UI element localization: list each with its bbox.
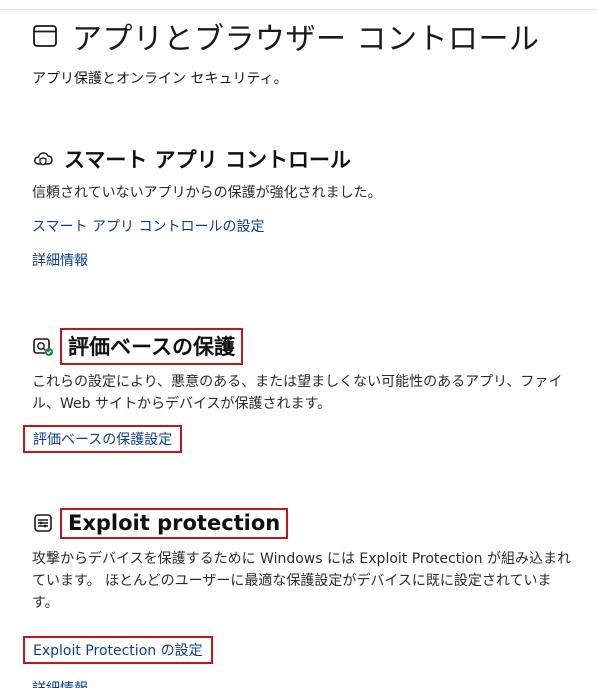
smart-app-control-section: スマート アプリ コントロール 信頼されていないアプリからの保護が強化されました… [32,142,572,270]
reputation-protection-settings-link[interactable]: 評価ベースの保護設定 [23,425,183,453]
reputation-check-icon [32,335,54,357]
exploit-shield-icon [32,512,54,534]
shield-cloud-icon [32,148,54,170]
exploit-protection-learn-more-link[interactable]: 詳細情報 [32,678,88,688]
page-title: アプリとブラウザー コントロール [72,22,540,57]
exploit-protection-title: Exploit protection [60,507,289,539]
page-header: アプリとブラウザー コントロール [32,14,540,58]
exploit-protection-settings-link[interactable]: Exploit Protection の設定 [23,636,213,664]
app-browser-window-icon [32,23,58,49]
smart-app-control-title: スマート アプリ コントロール [64,148,351,172]
exploit-protection-description: 攻撃からデバイスを保護するために Windows には Exploit Prot… [32,551,572,611]
smart-app-control-learn-more-link[interactable]: 詳細情報 [32,250,88,270]
reputation-protection-description: これらの設定により、悪意のある、または望ましくない可能性のあるアプリ、ファイル、… [32,374,563,412]
top-divider [0,0,597,10]
reputation-protection-title: 評価ベースの保護 [60,327,243,365]
exploit-protection-section: Exploit protection 攻撃からデバイスを保護するために Wind… [23,506,572,688]
smart-app-control-description: 信頼されていないアプリからの保護が強化されました。 [32,185,382,201]
page-subtitle: アプリ保護とオンライン セキュリティ。 [32,71,288,87]
reputation-protection-section: 評価ベースの保護 これらの設定により、悪意のある、または望ましくない可能性のある… [23,327,572,453]
smart-app-control-settings-link[interactable]: スマート アプリ コントロールの設定 [32,216,264,236]
